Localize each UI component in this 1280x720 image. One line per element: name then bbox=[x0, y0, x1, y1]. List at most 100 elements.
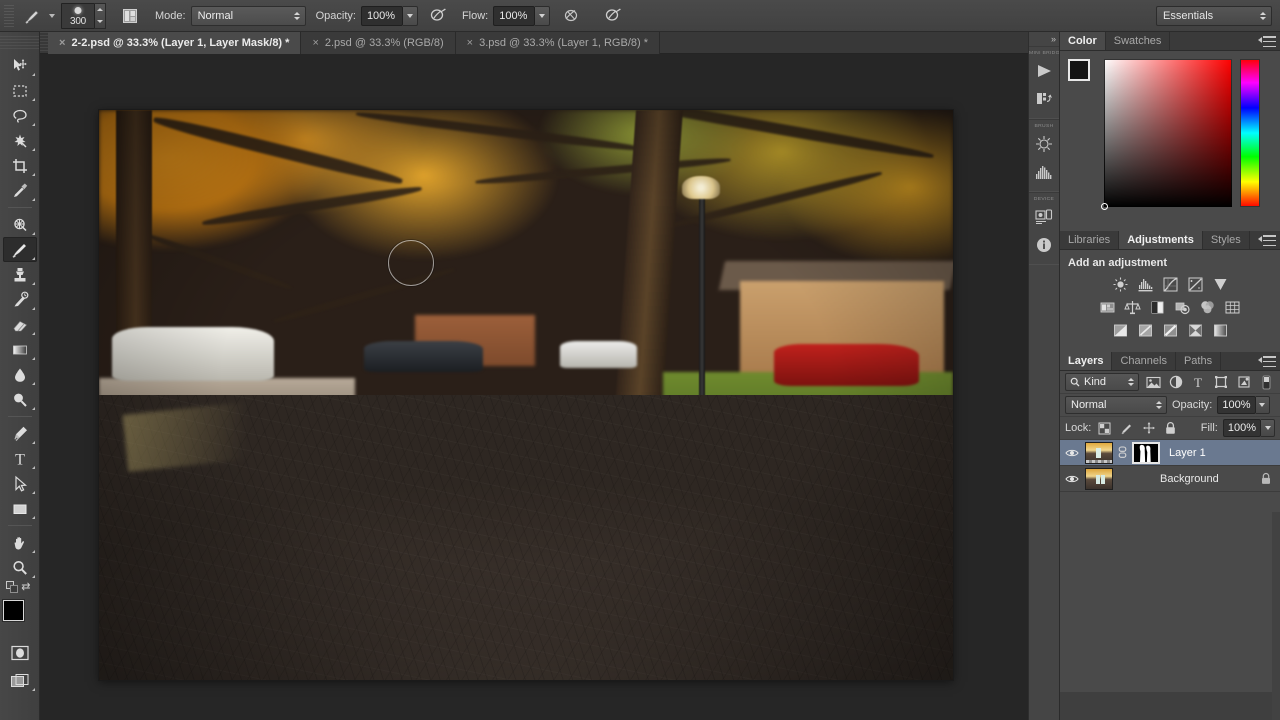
pen-icon[interactable] bbox=[3, 421, 37, 446]
screen-mode-icon[interactable] bbox=[3, 668, 37, 693]
filter-adjustment-icon[interactable] bbox=[1167, 373, 1185, 391]
close-icon[interactable]: × bbox=[312, 37, 318, 49]
hue-saturation-icon[interactable] bbox=[1097, 298, 1118, 317]
levels-icon[interactable] bbox=[1135, 275, 1156, 294]
move-tool[interactable] bbox=[3, 53, 37, 78]
vibrance-icon[interactable] bbox=[1210, 275, 1231, 294]
layer-blend-mode-select[interactable]: Normal bbox=[1065, 396, 1167, 414]
posterize-icon[interactable] bbox=[1135, 321, 1156, 340]
tab-channels[interactable]: Channels bbox=[1112, 352, 1176, 370]
filter-smart-object-icon[interactable] bbox=[1235, 373, 1253, 391]
color-panel-body[interactable] bbox=[1060, 51, 1280, 231]
black-white-icon[interactable] bbox=[1147, 298, 1168, 317]
color-lookup-icon[interactable] bbox=[1222, 298, 1243, 317]
flow-dropdown-button[interactable] bbox=[535, 5, 551, 26]
panel-menu-icon[interactable] bbox=[1258, 356, 1276, 367]
brush-tool[interactable] bbox=[2, 237, 37, 262]
opacity-dropdown-button[interactable] bbox=[402, 5, 418, 26]
opacity-control[interactable]: 100% bbox=[360, 5, 418, 26]
color-swatches[interactable] bbox=[2, 600, 37, 634]
info-icon[interactable] bbox=[1029, 231, 1059, 259]
color-field-picker[interactable] bbox=[1101, 203, 1108, 210]
brightness-contrast-icon[interactable] bbox=[1110, 275, 1131, 294]
invert-icon[interactable] bbox=[1110, 321, 1131, 340]
crop-icon[interactable] bbox=[3, 153, 37, 178]
layer-thumbnail[interactable] bbox=[1085, 467, 1113, 490]
flow-control[interactable]: 100% bbox=[493, 5, 551, 26]
gradient-map-icon[interactable] bbox=[1210, 321, 1231, 340]
tab-libraries[interactable]: Libraries bbox=[1060, 231, 1120, 249]
blend-mode-select[interactable]: Normal bbox=[190, 5, 306, 26]
threshold-icon[interactable] bbox=[1160, 321, 1181, 340]
foreground-color-swatch[interactable] bbox=[1068, 59, 1090, 81]
marquee-icon[interactable] bbox=[3, 78, 37, 103]
smoothing-icon[interactable] bbox=[558, 4, 584, 28]
tab-bar-grip[interactable] bbox=[40, 32, 48, 53]
layer-fill-control[interactable]: 100% bbox=[1222, 419, 1275, 437]
tab-color[interactable]: Color bbox=[1060, 32, 1106, 50]
play-triangle-icon[interactable] bbox=[1029, 57, 1059, 85]
layer-thumbnail[interactable] bbox=[1085, 441, 1113, 464]
rectangle-icon[interactable] bbox=[3, 496, 37, 521]
channel-mixer-icon[interactable] bbox=[1197, 298, 1218, 317]
exposure-icon[interactable] bbox=[1185, 275, 1206, 294]
tab-swatches[interactable]: Swatches bbox=[1105, 32, 1171, 50]
tab-document-2[interactable]: × 2.psd @ 33.3% (RGB/8) bbox=[301, 32, 456, 54]
foreground-color-swatch[interactable] bbox=[2, 600, 24, 621]
filter-shape-icon[interactable] bbox=[1212, 373, 1230, 391]
eraser-icon[interactable] bbox=[3, 312, 37, 337]
layers-list-empty-area[interactable] bbox=[1060, 492, 1280, 692]
brush-preset-caret-icon[interactable] bbox=[49, 13, 55, 18]
path-arrow-icon[interactable] bbox=[3, 471, 37, 496]
lock-all-icon[interactable] bbox=[1162, 420, 1179, 437]
layer-opacity-value[interactable]: 100% bbox=[1217, 396, 1256, 414]
color-shortcuts[interactable]: ⇄ bbox=[3, 580, 37, 594]
eye-icon[interactable] bbox=[1064, 445, 1080, 461]
brush-settings-icon[interactable] bbox=[1029, 130, 1059, 158]
layer-opacity-dropdown[interactable] bbox=[1255, 396, 1270, 414]
workspace-select[interactable]: Essentials bbox=[1156, 6, 1272, 26]
tab-paths[interactable]: Paths bbox=[1175, 352, 1222, 370]
brush-icon[interactable] bbox=[17, 3, 47, 29]
selective-color-icon[interactable] bbox=[1185, 321, 1206, 340]
panel-menu-icon[interactable] bbox=[1258, 36, 1276, 47]
opacity-value[interactable]: 100% bbox=[360, 5, 403, 26]
image-canvas[interactable] bbox=[99, 110, 953, 680]
device-preview-icon[interactable] bbox=[1029, 203, 1059, 231]
color-balance-icon[interactable] bbox=[1122, 298, 1143, 317]
tab-layers[interactable]: Layers bbox=[1060, 352, 1113, 370]
layer-mask-thumbnail[interactable] bbox=[1132, 441, 1160, 464]
close-icon[interactable]: × bbox=[467, 37, 473, 49]
quick-mask-icon[interactable] bbox=[3, 640, 37, 665]
layer-filter-kind-select[interactable]: Kind bbox=[1065, 373, 1140, 391]
layer-row-layer-1[interactable]: Layer 1 bbox=[1060, 440, 1280, 466]
lock-transparent-pixels-icon[interactable] bbox=[1096, 420, 1113, 437]
eyedropper-icon[interactable] bbox=[3, 178, 37, 203]
layer-fill-value[interactable]: 100% bbox=[1222, 419, 1261, 437]
filter-pixel-icon[interactable] bbox=[1144, 373, 1162, 391]
eye-icon[interactable] bbox=[1064, 471, 1080, 487]
brush-panel-icon[interactable] bbox=[115, 3, 145, 29]
curves-icon[interactable] bbox=[1160, 275, 1181, 294]
brush-size-field[interactable]: 300 bbox=[61, 2, 95, 29]
swap-colors-icon[interactable]: ⇄ bbox=[21, 580, 30, 593]
tab-document-1[interactable]: × 2-2.psd @ 33.3% (Layer 1, Layer Mask/8… bbox=[48, 32, 302, 54]
histogram-icon[interactable] bbox=[1029, 158, 1059, 186]
photo-filter-icon[interactable] bbox=[1172, 298, 1193, 317]
tab-styles[interactable]: Styles bbox=[1202, 231, 1250, 249]
filter-type-icon[interactable]: T bbox=[1190, 373, 1208, 391]
lock-position-icon[interactable] bbox=[1140, 420, 1157, 437]
healing-brush-icon[interactable] bbox=[3, 212, 37, 237]
magic-wand-icon[interactable] bbox=[3, 128, 37, 153]
gradient-icon[interactable] bbox=[3, 337, 37, 362]
collapse-panels-icon[interactable]: » bbox=[1029, 32, 1059, 46]
tab-adjustments[interactable]: Adjustments bbox=[1119, 231, 1203, 249]
lock-image-pixels-icon[interactable] bbox=[1118, 420, 1135, 437]
blur-droplet-icon[interactable] bbox=[3, 362, 37, 387]
layers-panel-scrollbar[interactable] bbox=[1272, 512, 1280, 720]
layer-opacity-control[interactable]: 100% bbox=[1217, 396, 1270, 414]
tab-document-3[interactable]: × 3.psd @ 33.3% (Layer 1, RGB/8) * bbox=[455, 32, 661, 54]
panel-menu-icon[interactable] bbox=[1258, 235, 1276, 246]
hue-slider[interactable] bbox=[1240, 59, 1260, 207]
link-icon[interactable] bbox=[1118, 445, 1127, 461]
